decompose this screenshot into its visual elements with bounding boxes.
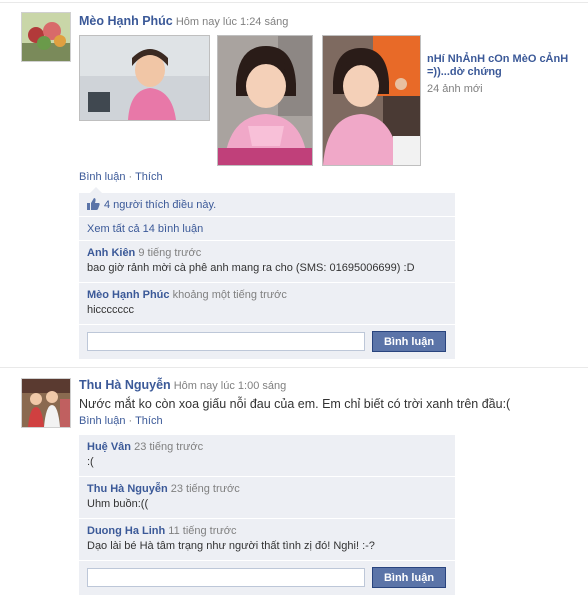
status-message: Nước mắt ko còn xoa giấu nỗi đau của em.… — [79, 397, 511, 411]
comment: Anh Kiên 9 tiếng trước bao giờ rảnh mời … — [79, 241, 455, 283]
album-photo-3[interactable] — [322, 35, 421, 166]
comment-text: Dạo lài bé Hà tâm trạng như người thất t… — [87, 540, 375, 552]
comment-time[interactable]: 11 tiếng trước — [168, 525, 236, 537]
comment-time[interactable]: 23 tiếng trước — [171, 483, 240, 495]
feed-story-1: Mèo Hạnh Phúc Hôm nay lúc 1:24 sáng nHí … — [0, 0, 588, 360]
comment-input[interactable] — [87, 568, 365, 587]
comment-author[interactable]: Duong Ha Linh — [87, 525, 165, 537]
album-photo-2[interactable] — [217, 35, 313, 166]
timestamp[interactable]: Hôm nay lúc 1:00 sáng — [174, 380, 287, 392]
story-actions: Bình luận · Thích — [79, 415, 163, 427]
actor-name[interactable]: Mèo Hạnh Phúc — [79, 14, 173, 28]
album-photo-1[interactable] — [79, 35, 210, 121]
comment: Mèo Hạnh Phúc khoảng một tiếng trước hic… — [79, 283, 455, 325]
story-content: Mèo Hạnh Phúc Hôm nay lúc 1:24 sáng nHí … — [79, 14, 579, 194]
comment-link[interactable]: Bình luận — [79, 171, 125, 183]
comment-text: Uhm buồn:(( — [87, 498, 149, 510]
comment-area: Huệ Vân 23 tiếng trước :( Thu Hà Nguyễn … — [79, 435, 455, 595]
feed-story-2: Thu Hà Nguyễn Hôm nay lúc 1:00 sáng Nước… — [0, 368, 588, 598]
avatar[interactable] — [21, 378, 71, 428]
comment-author[interactable]: Thu Hà Nguyễn — [87, 483, 168, 495]
album-photo-count: 24 ảnh mới — [427, 83, 483, 95]
album-title[interactable]: nHí NhẢnH cOn MèO cẢnH =))...dờ chứng — [427, 53, 587, 79]
actor-name[interactable]: Thu Hà Nguyễn — [79, 378, 171, 392]
comment: Huệ Vân 23 tiếng trước :( — [79, 435, 455, 477]
avatar[interactable] — [21, 12, 71, 62]
comment-text: bao giờ rảnh mời cà phê anh mang ra cho … — [87, 262, 415, 274]
action-separator: · — [128, 171, 133, 183]
story-actions: Bình luận · Thích — [79, 171, 163, 183]
likes-text[interactable]: 4 người thích điều này. — [104, 199, 216, 211]
comment-input[interactable] — [87, 332, 365, 351]
comment-area: 4 người thích điều này. Xem tất cả 14 bì… — [79, 193, 455, 359]
comment-submit-button[interactable]: Bình luận — [372, 567, 446, 588]
timestamp[interactable]: Hôm nay lúc 1:24 sáng — [176, 16, 289, 28]
comment-time[interactable]: khoảng một tiếng trước — [173, 289, 287, 301]
comment-author[interactable]: Huệ Vân — [87, 441, 131, 453]
view-all-comments-row: Xem tất cả 14 bình luận — [79, 217, 455, 241]
comment-text: :( — [87, 456, 94, 468]
comment: Thu Hà Nguyễn 23 tiếng trước Uhm buồn:(( — [79, 477, 455, 519]
comment-time[interactable]: 9 tiếng trước — [138, 247, 201, 259]
likes-row: 4 người thích điều này. — [79, 193, 455, 217]
comment-time[interactable]: 23 tiếng trước — [134, 441, 203, 453]
comment-link[interactable]: Bình luận — [79, 415, 125, 427]
comment-submit-button[interactable]: Bình luận — [372, 331, 446, 352]
comment-input-row: Bình luận — [79, 325, 455, 359]
comment-author[interactable]: Mèo Hạnh Phúc — [87, 289, 170, 301]
comment-author[interactable]: Anh Kiên — [87, 247, 135, 259]
comment: Duong Ha Linh 11 tiếng trước Dạo lài bé … — [79, 519, 455, 561]
action-separator: · — [128, 415, 133, 427]
like-link[interactable]: Thích — [135, 171, 163, 183]
view-all-comments-link[interactable]: Xem tất cả 14 bình luận — [87, 223, 203, 235]
story-content: Thu Hà Nguyễn Hôm nay lúc 1:00 sáng Nước… — [79, 378, 579, 411]
comment-text: hiccccccc — [87, 304, 135, 316]
thumbs-up-icon — [87, 195, 100, 219]
like-link[interactable]: Thích — [135, 415, 163, 427]
comment-input-row: Bình luận — [79, 561, 455, 595]
